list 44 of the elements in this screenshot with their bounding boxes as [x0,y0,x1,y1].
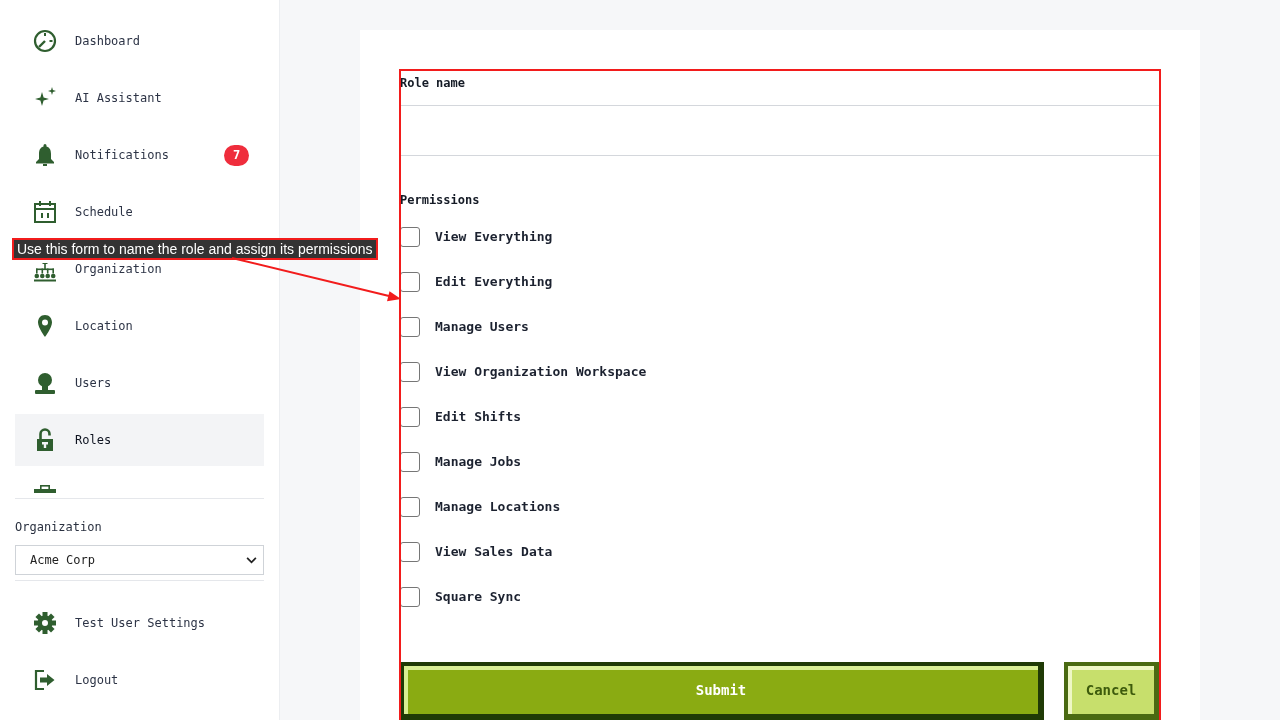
chevron-down-icon [246,556,257,564]
nav-link[interactable]: Users [75,376,112,390]
checkbox[interactable] [400,227,420,247]
organization-select[interactable]: Acme Corp [15,545,264,575]
checkbox[interactable] [400,272,420,292]
bell-icon [33,143,57,167]
role-name-label: Role name [400,75,466,91]
nav-link[interactable]: Notifications [75,148,169,162]
nav-link[interactable]: Dashboard [75,34,141,48]
settings-icon [33,611,57,635]
permission-label: Manage Jobs [435,453,522,471]
permission-label: View Sales Data [435,543,553,561]
cropped-icon[interactable] [33,485,57,493]
nav-link[interactable]: AI Assistant [75,91,162,105]
checkbox[interactable] [400,587,420,607]
nav-link[interactable]: Schedule [75,205,133,219]
checkbox[interactable] [400,407,420,427]
cancel-button[interactable]: Cancel [1064,662,1160,720]
nav-item[interactable]: Roles [15,414,264,466]
nav-link[interactable]: Organization [75,262,162,276]
checkbox[interactable] [400,452,420,472]
nav-link[interactable]: Test User Settings [75,616,206,630]
annotation-callout: Use this form to name the role and assign its permissions [12,238,378,260]
permission-label: View Everything [435,228,553,246]
user-icon [33,371,57,395]
permission-label: Manage Locations [435,498,561,516]
organization-label: Organization [15,519,103,535]
nav-link[interactable]: Location [75,319,133,333]
permission-label: Square Sync [435,588,522,606]
role-name-input[interactable] [400,105,1160,156]
permission-label: Manage Users [435,318,529,336]
permission-label: Edit Shifts [435,408,522,426]
nav-link[interactable]: Logout [75,673,119,687]
calendar-icon [33,200,57,224]
logout-icon [33,668,57,692]
checkbox[interactable] [400,542,420,562]
permissions-label: Permissions [400,192,480,208]
gauge-icon [33,29,57,53]
checkbox[interactable] [400,497,420,517]
checkbox[interactable] [400,317,420,337]
permission-label: Edit Everything [435,273,553,291]
permission-label: View Organization Workspace [435,363,647,381]
notification-count: 7 [224,144,249,166]
checkbox[interactable] [400,362,420,382]
